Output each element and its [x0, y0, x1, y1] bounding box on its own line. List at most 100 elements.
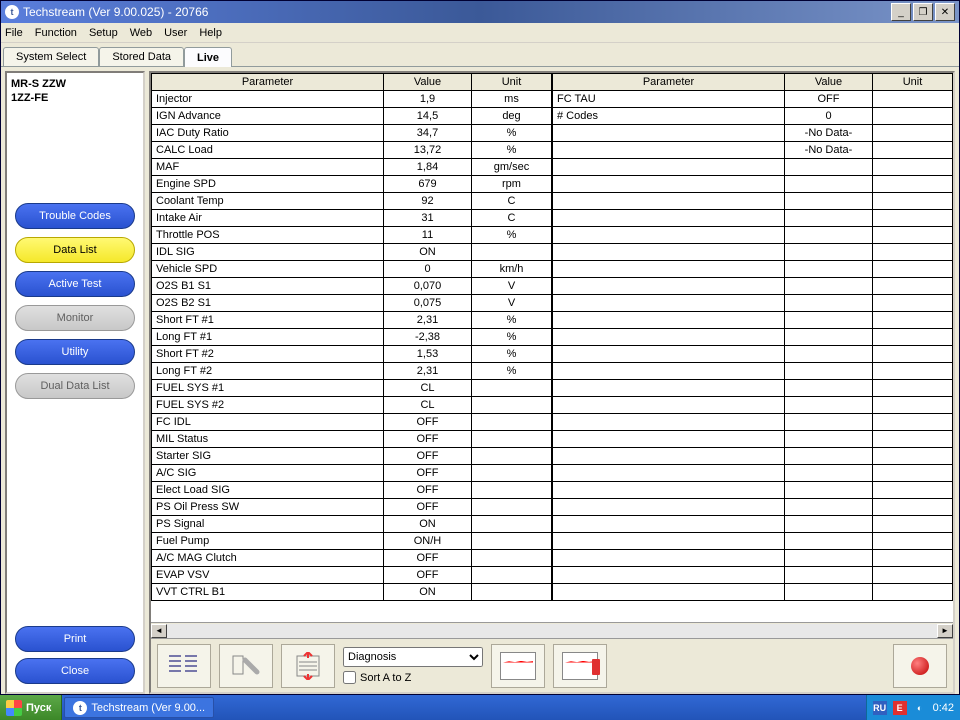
taskbar: Пуск t Techstream (Ver 9.00... RU E ◐ 0:…	[0, 695, 960, 720]
value-cell: 2,31	[384, 312, 472, 329]
table-row[interactable]: PS SignalON	[152, 516, 552, 533]
config-button[interactable]	[219, 644, 273, 688]
table-row[interactable]: Vehicle SPD0km/h	[152, 261, 552, 278]
unit-cell	[472, 567, 552, 584]
menu-web[interactable]: Web	[130, 27, 152, 39]
tab-system-select[interactable]: System Select	[3, 47, 99, 66]
col-unit: Unit	[873, 74, 953, 91]
graph2-button[interactable]	[553, 644, 607, 688]
table-row[interactable]: CALC Load13,72%	[152, 142, 552, 159]
table-row[interactable]: Throttle POS11%	[152, 227, 552, 244]
unit-cell	[873, 91, 953, 108]
start-button[interactable]: Пуск	[0, 695, 62, 720]
table-row[interactable]: -No Data-	[553, 142, 953, 159]
record-button[interactable]	[893, 644, 947, 688]
table-row[interactable]: Engine SPD679rpm	[152, 176, 552, 193]
unit-cell	[472, 584, 552, 601]
menu-file[interactable]: File	[5, 27, 23, 39]
value-cell: OFF	[384, 431, 472, 448]
menu-function[interactable]: Function	[35, 27, 77, 39]
taskbar-app-button[interactable]: t Techstream (Ver 9.00...	[64, 697, 214, 718]
table-row[interactable]: MAF1,84gm/sec	[152, 159, 552, 176]
param-cell: PS Oil Press SW	[152, 499, 384, 516]
utility-button[interactable]: Utility	[15, 339, 135, 365]
param-cell: MIL Status	[152, 431, 384, 448]
table-row[interactable]: Elect Load SIGOFF	[152, 482, 552, 499]
table-row[interactable]: VVT CTRL B1ON	[152, 584, 552, 601]
maximize-button[interactable]: ❐	[913, 3, 933, 21]
table-row[interactable]: Long FT #22,31%	[152, 363, 552, 380]
table-row[interactable]: EVAP VSVOFF	[152, 567, 552, 584]
table-row[interactable]: Short FT #21,53%	[152, 346, 552, 363]
table-row[interactable]: -No Data-	[553, 125, 953, 142]
trouble-codes-button[interactable]: Trouble Codes	[15, 203, 135, 229]
table-row[interactable]: Long FT #1-2,38%	[152, 329, 552, 346]
table-row[interactable]: A/C SIGOFF	[152, 465, 552, 482]
monitor-button: Monitor	[15, 305, 135, 331]
table-row[interactable]: A/C MAG ClutchOFF	[152, 550, 552, 567]
data-list-button[interactable]: Data List	[15, 237, 135, 263]
table-row[interactable]: PS Oil Press SWOFF	[152, 499, 552, 516]
sort-checkbox[interactable]	[343, 671, 356, 684]
table-row[interactable]: FUEL SYS #2CL	[152, 397, 552, 414]
table-row[interactable]: O2S B1 S10,070V	[152, 278, 552, 295]
menu-help[interactable]: Help	[199, 27, 222, 39]
scroll-right-arrow[interactable]: ►	[937, 624, 953, 638]
view-mode-select[interactable]: Diagnosis	[343, 647, 483, 667]
left-pane: MR-S ZZW 1ZZ-FE Trouble CodesData ListAc…	[5, 71, 145, 694]
close-window-button[interactable]: ✕	[935, 3, 955, 21]
table-row-empty	[553, 176, 953, 193]
value-cell: OFF	[785, 91, 873, 108]
menu-user[interactable]: User	[164, 27, 187, 39]
sort-checkbox-label[interactable]: Sort A to Z	[343, 671, 483, 684]
unit-cell	[472, 397, 552, 414]
table-row[interactable]: Short FT #12,31%	[152, 312, 552, 329]
title-text: Techstream (Ver 9.00.025) - 20766	[23, 5, 208, 19]
print-button[interactable]: Print	[15, 626, 135, 652]
scroll-track[interactable]	[167, 624, 937, 638]
tab-live[interactable]: Live	[184, 47, 232, 67]
unit-cell	[472, 499, 552, 516]
minimize-button[interactable]: _	[891, 3, 911, 21]
unit-cell	[472, 431, 552, 448]
table-row[interactable]: Starter SIGOFF	[152, 448, 552, 465]
active-test-button[interactable]: Active Test	[15, 271, 135, 297]
scroll-left-arrow[interactable]: ◄	[151, 624, 167, 638]
list-icon	[167, 652, 201, 680]
param-cell: Fuel Pump	[152, 533, 384, 550]
value-cell: 1,53	[384, 346, 472, 363]
table-row[interactable]: FC IDLOFF	[152, 414, 552, 431]
value-cell: 1,84	[384, 159, 472, 176]
table-row[interactable]: Injector1,9ms	[152, 91, 552, 108]
param-cell	[553, 125, 785, 142]
table-row[interactable]: IGN Advance14,5deg	[152, 108, 552, 125]
table-row[interactable]: IAC Duty Ratio34,7%	[152, 125, 552, 142]
table-row[interactable]: IDL SIGON	[152, 244, 552, 261]
expand-button[interactable]	[281, 644, 335, 688]
tray-icon-e[interactable]: E	[893, 701, 907, 715]
table-row[interactable]: FC TAUOFF	[553, 91, 953, 108]
table-row[interactable]: # Codes0	[553, 108, 953, 125]
menu-setup[interactable]: Setup	[89, 27, 118, 39]
value-cell: OFF	[384, 414, 472, 431]
table-row[interactable]: FUEL SYS #1CL	[152, 380, 552, 397]
tab-stored-data[interactable]: Stored Data	[99, 47, 184, 66]
table-row[interactable]: Fuel PumpON/H	[152, 533, 552, 550]
data-table-right: Parameter Value Unit FC TAUOFF# Codes0-N…	[552, 73, 953, 601]
param-cell: A/C SIG	[152, 465, 384, 482]
graph1-button[interactable]	[491, 644, 545, 688]
list-view-button[interactable]	[157, 644, 211, 688]
table-row[interactable]: O2S B2 S10,075V	[152, 295, 552, 312]
param-cell: Short FT #1	[152, 312, 384, 329]
close-button[interactable]: Close	[15, 658, 135, 684]
table-row[interactable]: MIL StatusOFF	[152, 431, 552, 448]
param-cell: PS Signal	[152, 516, 384, 533]
horizontal-scrollbar[interactable]: ◄ ►	[151, 622, 953, 638]
unit-cell: %	[472, 346, 552, 363]
tray-icon-generic[interactable]: ◐	[913, 701, 927, 715]
table-row[interactable]: Intake Air31C	[152, 210, 552, 227]
value-cell: 679	[384, 176, 472, 193]
col-parameter: Parameter	[152, 74, 384, 91]
lang-indicator[interactable]: RU	[873, 701, 887, 715]
table-row[interactable]: Coolant Temp92C	[152, 193, 552, 210]
